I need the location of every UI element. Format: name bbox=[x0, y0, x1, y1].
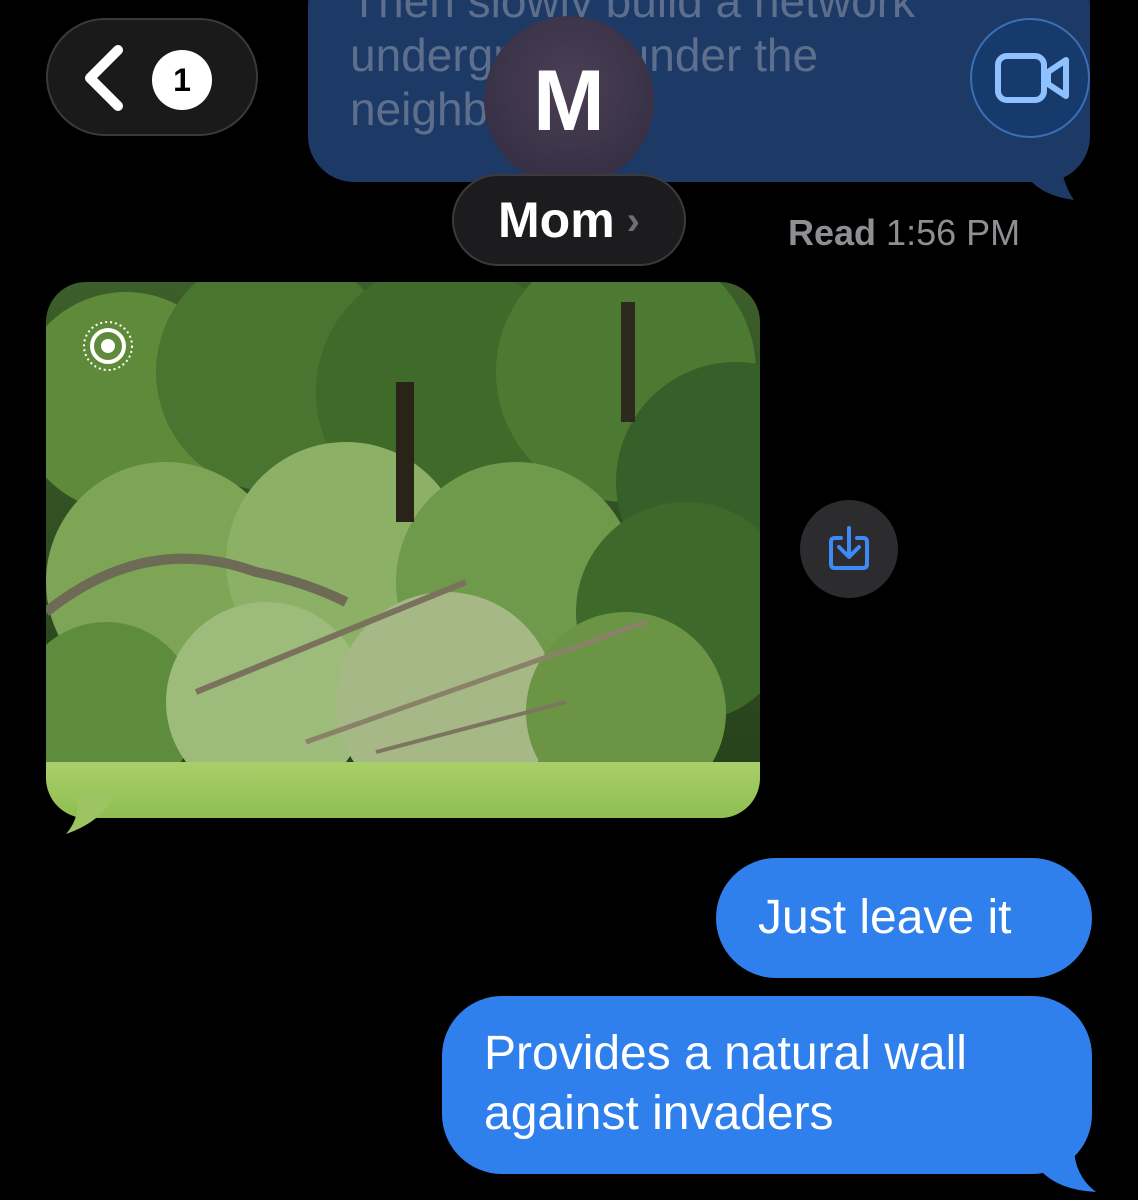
outgoing-bubble-tail bbox=[1040, 1140, 1096, 1192]
read-label: Read bbox=[788, 212, 877, 253]
unread-badge: 1 bbox=[152, 50, 212, 110]
live-photo-icon[interactable] bbox=[78, 316, 138, 376]
video-camera-icon bbox=[995, 53, 1069, 103]
previous-message-text: Then slowly build a network underground … bbox=[350, 0, 916, 135]
contact-name-button[interactable]: Mom › bbox=[452, 174, 686, 266]
incoming-photo[interactable] bbox=[46, 282, 760, 818]
chevron-left-icon bbox=[85, 45, 123, 111]
facetime-video-button[interactable] bbox=[970, 18, 1090, 138]
read-time: 1:56 PM bbox=[886, 212, 1021, 253]
outgoing-message-bubble[interactable]: Provides a natural wall against invaders bbox=[442, 996, 1092, 1174]
download-icon bbox=[829, 526, 869, 570]
chevron-right-icon: › bbox=[626, 198, 640, 243]
previous-bubble-tail bbox=[1030, 150, 1074, 200]
read-receipt: Read 1:56 PM bbox=[788, 212, 1020, 254]
photo-bubble-tail bbox=[66, 790, 116, 834]
photo-image bbox=[46, 282, 760, 818]
outgoing-message-bubble[interactable]: Just leave it bbox=[716, 858, 1092, 978]
contact-name: Mom bbox=[498, 192, 615, 248]
contact-avatar[interactable]: M bbox=[484, 16, 654, 186]
save-photo-button[interactable] bbox=[800, 500, 898, 598]
